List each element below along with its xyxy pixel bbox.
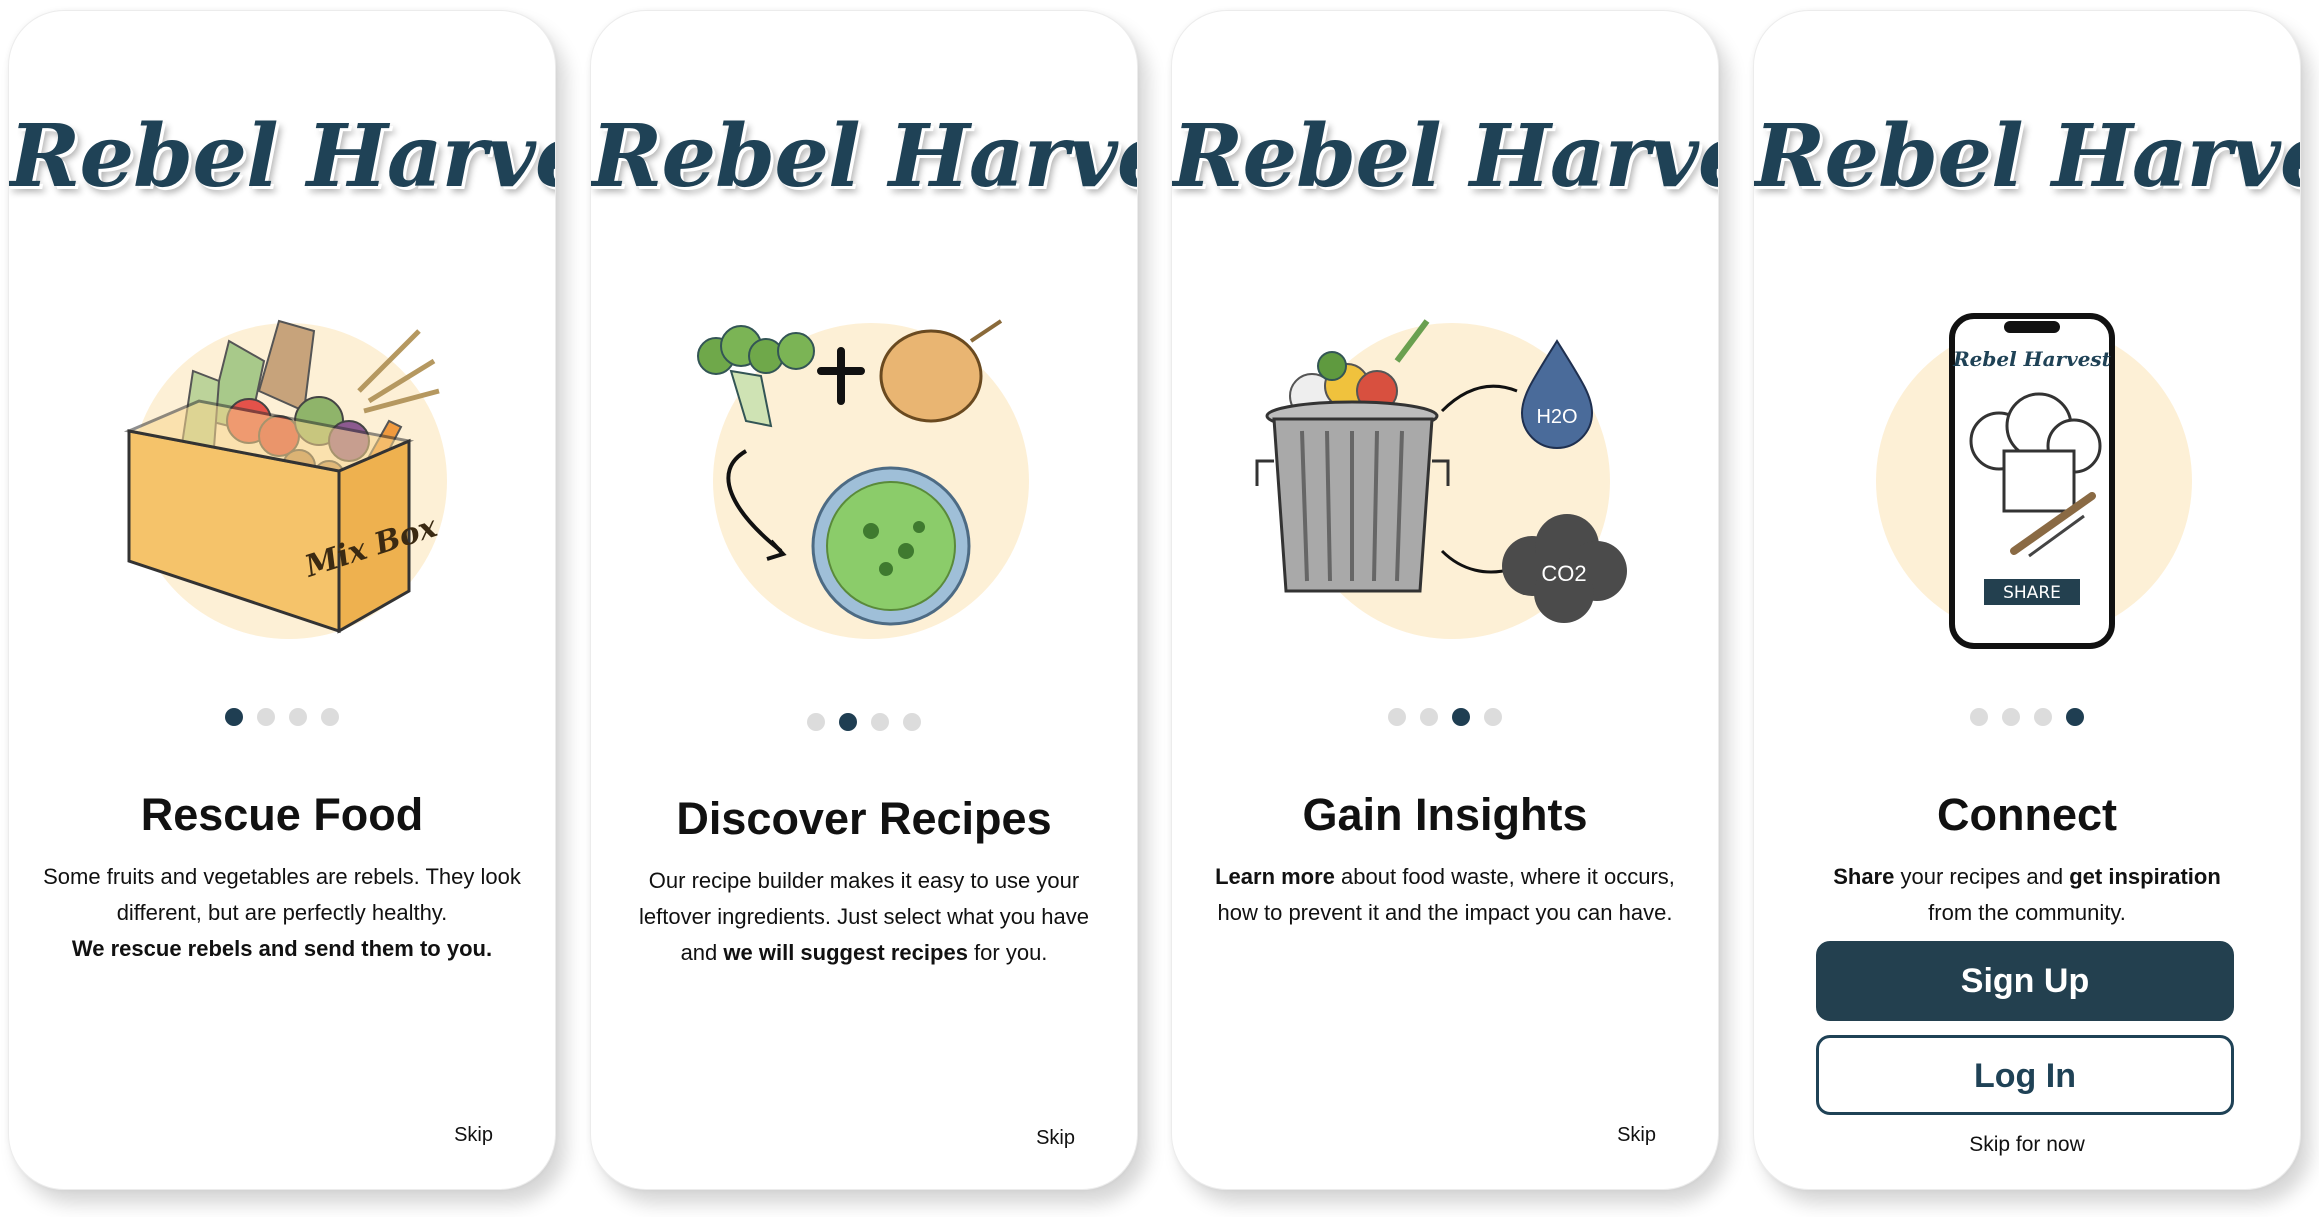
page-indicator [591,713,1137,731]
page-dot-3[interactable] [1452,708,1470,726]
page-dot-3[interactable] [871,713,889,731]
sign-up-button[interactable]: Sign Up [1816,941,2234,1021]
svg-text:H2O: H2O [1536,406,1577,428]
page-dot-2[interactable] [2002,708,2020,726]
skip-button[interactable]: Skip [454,1124,493,1147]
page-dot-4[interactable] [321,708,339,726]
screen-description: Our recipe builder makes it easy to use … [615,863,1113,971]
onboarding-screen-connect: Rebel Harvest Rebel Harvest SHARE Connec… [1753,10,2301,1190]
app-logo: Rebel Harvest [1754,106,2300,207]
app-logo: Rebel Harvest [9,106,555,207]
page-indicator [9,708,555,726]
description-line: Share your recipes and get inspiration [1833,864,2221,889]
screen-title: Connect [1937,789,2117,840]
mix-box-illustration: Mix Box [89,301,489,661]
description-line: leftover ingredients. Just select what y… [638,904,1090,929]
screen-title: Rescue Food [140,789,424,840]
description-line: Some fruits and vegetables are rebels. T… [43,864,521,889]
skip-button[interactable]: Skip [1617,1124,1656,1147]
description-bold-line: We rescue rebels and send them to you. [71,936,493,961]
screen-title: Gain Insights [1302,789,1588,840]
screen-description: Share your recipes and get inspiration f… [1778,859,2276,931]
svg-text:Rebel Harvest: Rebel Harvest [1952,347,2112,371]
page-dot-2[interactable] [1420,708,1438,726]
screen-description: Some fruits and vegetables are rebels. T… [33,859,531,967]
page-dot-1[interactable] [225,708,243,726]
description-line: how to prevent it and the impact you can… [1217,900,1673,925]
page-dot-4[interactable] [1484,708,1502,726]
page-dot-3[interactable] [2034,708,2052,726]
description-line: Learn more about food waste, where it oc… [1215,864,1675,889]
recipe-builder-illustration [671,301,1071,661]
description-line: from the community. [1928,900,2126,925]
page-dot-2[interactable] [257,708,275,726]
svg-text:SHARE: SHARE [2003,583,2061,603]
page-dot-1[interactable] [807,713,825,731]
svg-text:CO2: CO2 [1541,561,1586,586]
page-indicator [1172,708,1718,726]
description-line: Our recipe builder makes it easy to use … [648,868,1080,893]
onboarding-screen-discover-recipes: Rebel Harvest [590,10,1138,1190]
page-dot-3[interactable] [289,708,307,726]
screen-title: Discover Recipes [676,793,1052,844]
page-dot-1[interactable] [1388,708,1406,726]
app-logo: Rebel Harvest [591,106,1137,207]
page-dot-1[interactable] [1970,708,1988,726]
description-line: different, but are perfectly healthy. [116,900,448,925]
skip-for-now-button[interactable]: Skip for now [1754,1133,2300,1157]
food-waste-illustration: H2O CO2 [1252,301,1652,661]
skip-button[interactable]: Skip [1036,1127,1075,1150]
page-dot-4[interactable] [2066,708,2084,726]
onboarding-screen-gain-insights: Rebel Harvest H2O CO2 [1171,10,1719,1190]
page-dot-2[interactable] [839,713,857,731]
onboarding-screen-rescue-food: Rebel Harvest Mix Box Rescue Fo [8,10,556,1190]
screen-description: Learn more about food waste, where it oc… [1196,859,1694,931]
log-in-button[interactable]: Log In [1816,1035,2234,1115]
page-indicator [1754,708,2300,726]
description-line: and we will suggest recipes for you. [680,940,1048,965]
phone-share-illustration: Rebel Harvest SHARE [1834,301,2234,661]
app-logo: Rebel Harvest [1172,106,1718,207]
page-dot-4[interactable] [903,713,921,731]
